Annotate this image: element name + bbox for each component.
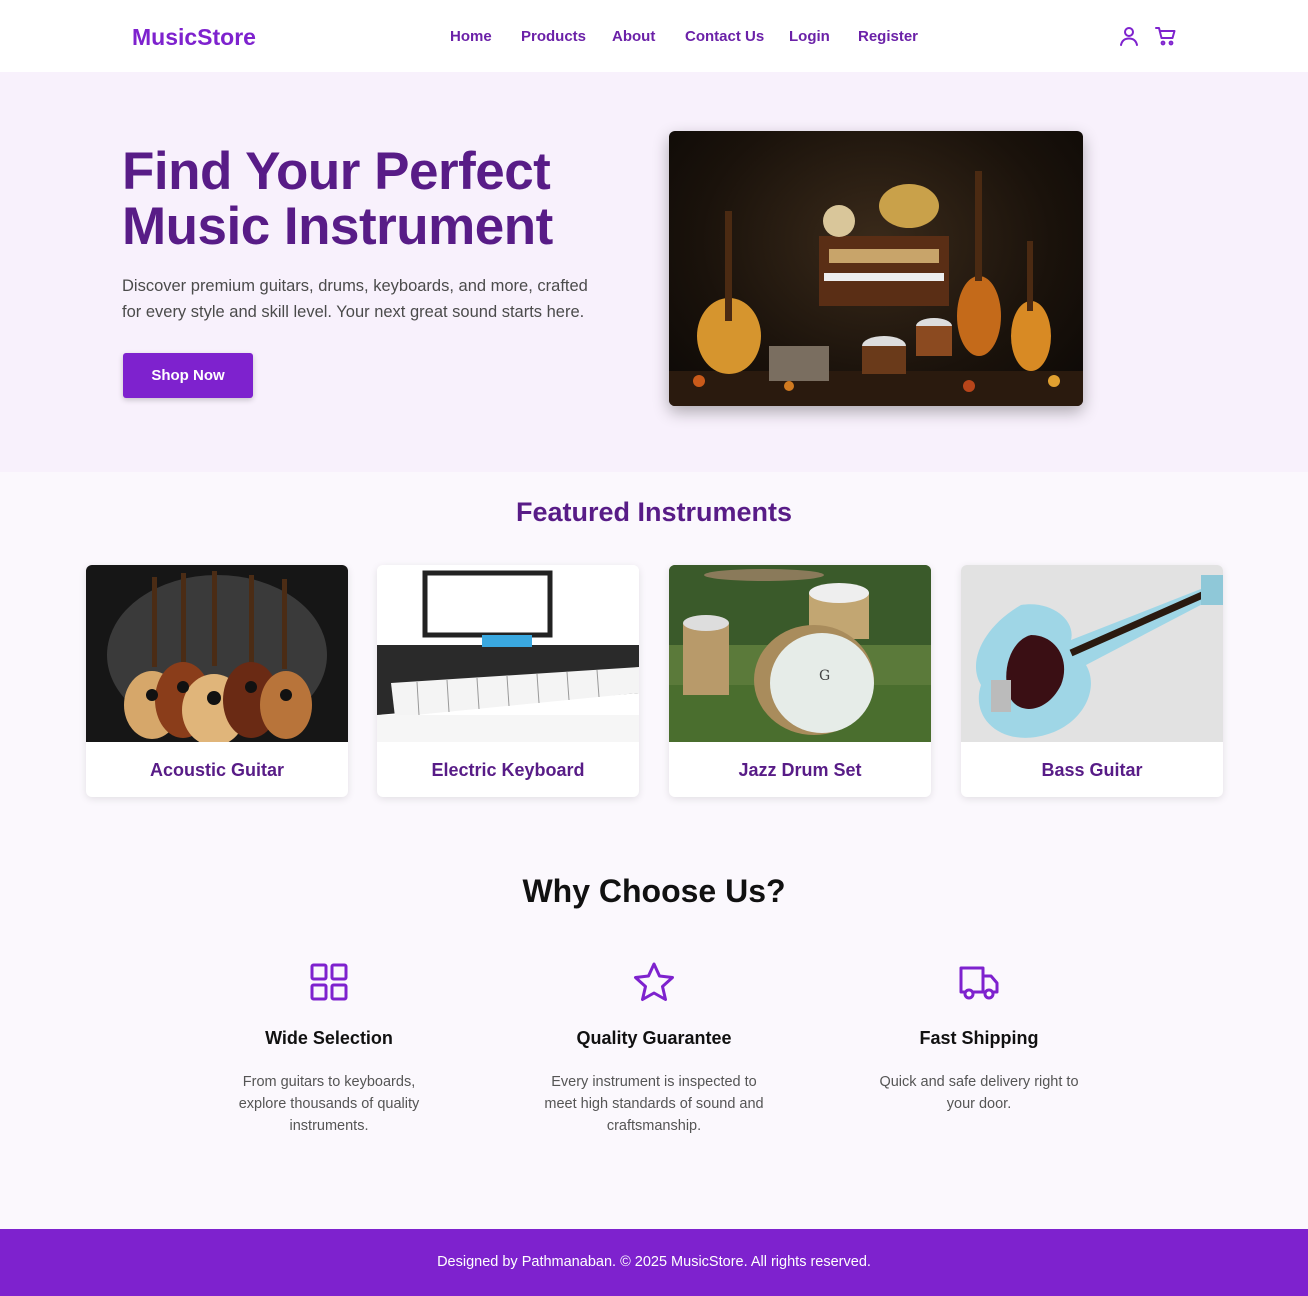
navbar: MusicStore Home Products About Contact U… <box>0 0 1308 72</box>
why-title: Why Choose Us? <box>522 873 786 909</box>
nav-register[interactable]: Register <box>858 28 918 45</box>
product-card-bass-guitar[interactable]: Bass Guitar <box>961 565 1223 797</box>
svg-text:G: G <box>819 668 830 684</box>
hero-subtitle: Discover premium guitars, drums, keyboar… <box>122 277 588 321</box>
footer-text: Designed by Pathmanaban. © 2025 MusicSto… <box>437 1254 871 1270</box>
bass-guitar-image <box>961 565 1223 742</box>
nav-about[interactable]: About <box>612 28 655 45</box>
hero-section: Find Your Perfect Music Instrument Disco… <box>0 72 1308 472</box>
card-label: Bass Guitar <box>1041 760 1143 780</box>
grid-icon <box>307 960 351 1004</box>
feature-text: Every instrument is inspected to meet hi… <box>544 1074 764 1134</box>
product-card-electric-keyboard[interactable]: Electric Keyboard <box>377 565 639 797</box>
footer: Designed by Pathmanaban. © 2025 MusicSto… <box>0 1229 1308 1296</box>
acoustic-guitar-image <box>86 565 348 742</box>
jazz-drum-set-image: G <box>669 565 931 742</box>
feature-title: Fast Shipping <box>919 1028 1039 1048</box>
feature-title: Quality Guarantee <box>576 1028 732 1048</box>
feature-text: From guitars to keyboards, explore thous… <box>238 1074 420 1134</box>
shop-now-button[interactable]: Shop Now <box>123 353 253 398</box>
truck-icon <box>957 960 1001 1004</box>
electric-keyboard-image <box>377 565 639 742</box>
hero-title-line1: Find Your Perfect <box>122 142 551 201</box>
product-card-acoustic-guitar[interactable]: Acoustic Guitar <box>86 565 348 797</box>
feature-title: Wide Selection <box>265 1028 393 1048</box>
hero-title: Find Your Perfect Music Instrument <box>122 144 642 254</box>
nav-links: Home Products About Contact Us Login Reg… <box>0 28 1308 48</box>
card-label: Jazz Drum Set <box>738 760 862 780</box>
cart-icon[interactable] <box>1154 24 1178 48</box>
user-icon[interactable] <box>1117 24 1141 48</box>
nav-login[interactable]: Login <box>789 28 830 45</box>
feature-text: Quick and safe delivery right to your do… <box>879 1074 1079 1112</box>
hero-title-line2: Music Instrument <box>122 197 553 256</box>
feature-quality-guarantee: Quality Guarantee Every instrument is in… <box>524 960 784 1137</box>
nav-home[interactable]: Home <box>450 28 492 45</box>
card-label: Acoustic Guitar <box>149 760 285 780</box>
feature-fast-shipping: Fast Shipping Quick and safe delivery ri… <box>849 960 1109 1115</box>
nav-products[interactable]: Products <box>521 28 586 45</box>
nav-contact[interactable]: Contact Us <box>685 28 764 45</box>
featured-title: Featured Instruments <box>515 497 793 527</box>
star-icon <box>632 960 676 1004</box>
hero-image <box>669 131 1083 406</box>
card-label: Electric Keyboard <box>431 760 585 780</box>
product-card-jazz-drum-set[interactable]: G Jazz Drum Set <box>669 565 931 797</box>
feature-wide-selection: Wide Selection From guitars to keyboards… <box>199 960 459 1137</box>
